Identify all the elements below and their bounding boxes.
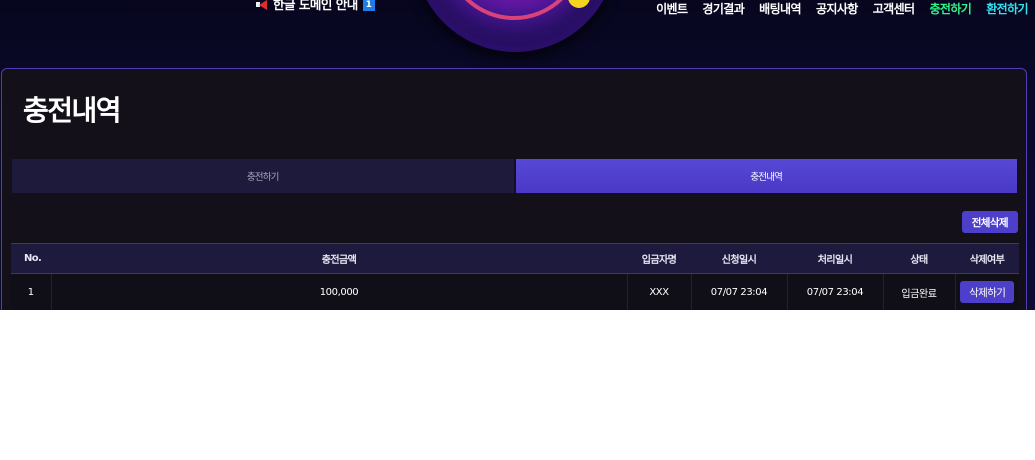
tab-bar: 충전하기 충전내역 (12, 159, 1017, 193)
column-header-requested: 신청일시 (691, 243, 787, 274)
cell-status: 입금완료 (883, 273, 956, 310)
site-logo[interactable] (414, 0, 616, 52)
column-header-depositor: 입금자명 (627, 243, 691, 274)
domain-notice[interactable]: 한글 도메인 안내 1 (256, 0, 375, 12)
cell-delete: 삭제하기 (955, 273, 1019, 310)
logo-ring (444, 0, 584, 20)
main-nav: 이벤트 경기결과 배팅내역 공지사항 고객센터 충전하기 환전하기 (656, 0, 1029, 20)
notice-text[interactable]: 한글 도메인 안내 (273, 0, 358, 12)
column-header-amount: 충전금액 (51, 243, 627, 274)
cell-processed: 07/07 23:04 (787, 273, 884, 310)
nav-bet-history[interactable]: 배팅내역 (759, 0, 801, 20)
nav-notice[interactable]: 공지사항 (816, 0, 858, 20)
column-header-processed: 처리일시 (787, 243, 883, 274)
cell-depositor: XXX (627, 273, 692, 310)
column-header-no: No. (11, 243, 51, 274)
row-delete-button[interactable]: 삭제하기 (960, 281, 1015, 303)
megaphone-icon (256, 0, 268, 10)
app-window: 한글 도메인 안내 1 이벤트 경기결과 배팅내역 공지사항 고객센터 충전하기… (0, 0, 1035, 310)
page-title: 충전내역 (23, 94, 122, 127)
tab-charge[interactable]: 충전하기 (12, 159, 514, 193)
nav-game-results[interactable]: 경기결과 (702, 0, 744, 20)
charge-history-table: No. 충전금액 입금자명 신청일시 처리일시 상태 삭제여부 1 100,00… (11, 243, 1019, 310)
delete-all-button[interactable]: 전체삭제 (961, 211, 1018, 233)
nav-event[interactable]: 이벤트 (656, 0, 688, 20)
cell-amount: 100,000 (51, 273, 628, 310)
column-header-status: 상태 (883, 243, 955, 274)
tab-charge-history[interactable]: 충전내역 (515, 159, 1017, 193)
site-header: 한글 도메인 안내 1 이벤트 경기결과 배팅내역 공지사항 고객센터 충전하기… (0, 0, 1035, 70)
table-header-row: No. 충전금액 입금자명 신청일시 처리일시 상태 삭제여부 (11, 243, 1019, 274)
nav-customer-center[interactable]: 고객센터 (873, 0, 915, 20)
notice-badge: 1 (362, 0, 375, 11)
table-row: 1 100,000 XXX 07/07 23:04 07/07 23:04 입금… (11, 273, 1019, 310)
cell-requested: 07/07 23:04 (691, 273, 788, 310)
column-header-delete: 삭제여부 (955, 243, 1019, 274)
nav-charge[interactable]: 충전하기 (929, 0, 971, 20)
charge-history-panel: 충전내역 충전하기 충전내역 전체삭제 No. 충전금액 입금자명 신청일시 처… (1, 68, 1027, 310)
nav-exchange[interactable]: 환전하기 (986, 0, 1028, 20)
cell-no: 1 (11, 273, 52, 310)
